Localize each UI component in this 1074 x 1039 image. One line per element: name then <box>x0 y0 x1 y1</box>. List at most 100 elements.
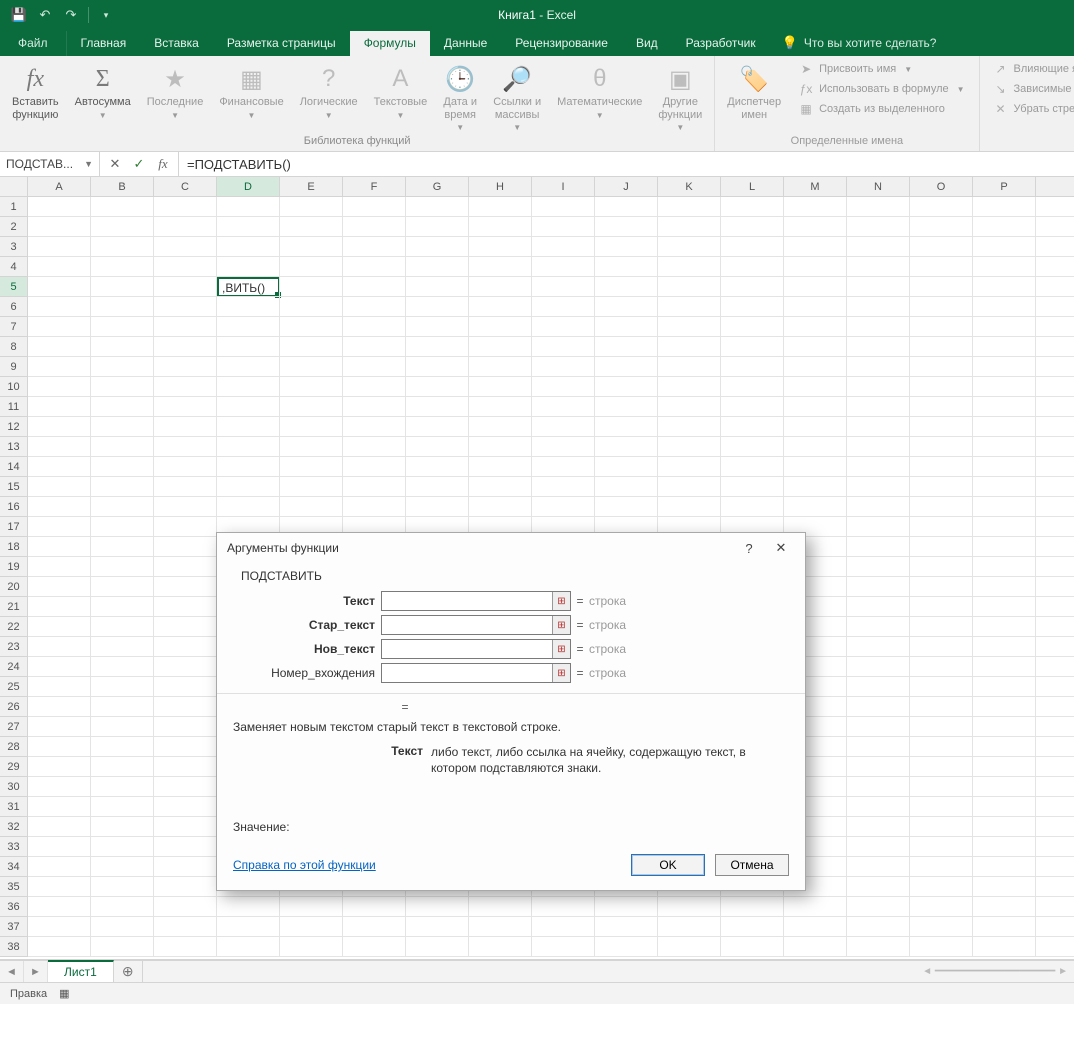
trace-dependents-button[interactable]: ↘Зависимые ячейки <box>990 80 1074 98</box>
row-header[interactable]: 22 <box>0 617 28 637</box>
row-header[interactable]: 25 <box>0 677 28 697</box>
row-header[interactable]: 20 <box>0 577 28 597</box>
save-icon[interactable]: 💾 <box>8 4 30 26</box>
macro-record-icon[interactable]: ▦ <box>59 987 69 1000</box>
define-name-button[interactable]: ➤Присвоить имя▼ <box>795 60 968 78</box>
row-header[interactable]: 18 <box>0 537 28 557</box>
row-header[interactable]: 34 <box>0 857 28 877</box>
tab-home[interactable]: Главная <box>67 31 141 56</box>
tab-file[interactable]: Файл <box>0 31 67 56</box>
autosum-button[interactable]: Σ Автосумма ▼ <box>69 58 137 133</box>
argument-input[interactable] <box>381 663 571 683</box>
column-header[interactable]: J <box>595 177 658 196</box>
row-header[interactable]: 35 <box>0 877 28 897</box>
sheet-tab-active[interactable]: Лист1 <box>48 960 114 982</box>
row-header[interactable]: 27 <box>0 717 28 737</box>
text-button[interactable]: A Текстовые ▼ <box>368 58 434 133</box>
sheet-nav-next[interactable]: ► <box>24 961 48 982</box>
row-header[interactable]: 17 <box>0 517 28 537</box>
row-header[interactable]: 30 <box>0 777 28 797</box>
tab-pagelayout[interactable]: Разметка страницы <box>213 31 350 56</box>
row-header[interactable]: 5 <box>0 277 28 297</box>
row-header[interactable]: 2 <box>0 217 28 237</box>
name-box[interactable]: ПОДСТАВ... ▼ <box>0 152 100 176</box>
row-header[interactable]: 36 <box>0 897 28 917</box>
fx-icon[interactable]: fx <box>152 153 174 175</box>
recent-functions-button[interactable]: ★ Последние ▼ <box>141 58 210 133</box>
more-functions-button[interactable]: ▣ Другиефункции ▼ <box>652 58 708 133</box>
column-header[interactable]: I <box>532 177 595 196</box>
row-header[interactable]: 24 <box>0 657 28 677</box>
row-header[interactable]: 4 <box>0 257 28 277</box>
argument-input[interactable] <box>381 639 571 659</box>
formula-input[interactable]: =ПОДСТАВИТЬ() <box>179 152 1074 176</box>
undo-icon[interactable]: ↶ <box>34 4 56 26</box>
lookup-button[interactable]: 🔎 Ссылки имассивы ▼ <box>487 58 547 133</box>
column-header[interactable]: G <box>406 177 469 196</box>
row-header[interactable]: 32 <box>0 817 28 837</box>
horizontal-scrollbar[interactable]: ◄ ━━━━━━━━━━━━━━━━━━━━ ► <box>142 961 1074 982</box>
tab-review[interactable]: Рецензирование <box>501 31 622 56</box>
tab-developer[interactable]: Разработчик <box>672 31 770 56</box>
argument-input[interactable] <box>381 615 571 635</box>
row-header[interactable]: 14 <box>0 457 28 477</box>
column-header[interactable]: M <box>784 177 847 196</box>
row-header[interactable]: 21 <box>0 597 28 617</box>
sheet-nav-prev[interactable]: ◄ <box>0 961 24 982</box>
tab-data[interactable]: Данные <box>430 31 501 56</box>
ok-button[interactable]: OK <box>631 854 705 876</box>
row-header[interactable]: 1 <box>0 197 28 217</box>
row-header[interactable]: 37 <box>0 917 28 937</box>
chevron-down-icon[interactable]: ▼ <box>84 159 93 169</box>
redo-icon[interactable]: ↷ <box>60 4 82 26</box>
column-header[interactable]: A <box>28 177 91 196</box>
tab-formulas[interactable]: Формулы <box>350 31 430 56</box>
row-header[interactable]: 29 <box>0 757 28 777</box>
row-header[interactable]: 6 <box>0 297 28 317</box>
range-picker-icon[interactable]: ⊞ <box>552 640 570 658</box>
column-header[interactable]: P <box>973 177 1036 196</box>
row-header[interactable]: 38 <box>0 937 28 957</box>
trace-precedents-button[interactable]: ↗Влияющие ячейки <box>990 60 1074 78</box>
tell-me-search[interactable]: 💡 Что вы хотите сделать? <box>782 35 937 56</box>
argument-input[interactable] <box>381 591 571 611</box>
spreadsheet-grid[interactable]: ABCDEFGHIJKLMNOP 12345678910111213141516… <box>0 177 1074 960</box>
enter-formula-icon[interactable]: ✓ <box>128 153 150 175</box>
row-header[interactable]: 28 <box>0 737 28 757</box>
financial-button[interactable]: ▦ Финансовые ▼ <box>213 58 289 133</box>
row-header[interactable]: 7 <box>0 317 28 337</box>
range-picker-icon[interactable]: ⊞ <box>552 592 570 610</box>
column-header[interactable]: D <box>217 177 280 196</box>
column-header[interactable]: L <box>721 177 784 196</box>
column-header[interactable]: N <box>847 177 910 196</box>
name-manager-button[interactable]: 🏷️ Диспетчеримен <box>721 58 787 133</box>
help-icon[interactable]: ? <box>735 537 763 559</box>
row-header[interactable]: 15 <box>0 477 28 497</box>
range-picker-icon[interactable]: ⊞ <box>552 616 570 634</box>
row-header[interactable]: 31 <box>0 797 28 817</box>
column-header[interactable]: B <box>91 177 154 196</box>
row-header[interactable]: 23 <box>0 637 28 657</box>
column-header[interactable]: E <box>280 177 343 196</box>
close-icon[interactable]: ✕ <box>767 537 795 559</box>
row-header[interactable]: 33 <box>0 837 28 857</box>
use-in-formula-button[interactable]: ƒxИспользовать в формуле▼ <box>795 80 968 98</box>
row-header[interactable]: 16 <box>0 497 28 517</box>
row-header[interactable]: 9 <box>0 357 28 377</box>
row-header[interactable]: 3 <box>0 237 28 257</box>
cancel-button[interactable]: Отмена <box>715 854 789 876</box>
column-header[interactable]: K <box>658 177 721 196</box>
new-sheet-button[interactable]: ⊕ <box>114 961 142 982</box>
column-header[interactable]: C <box>154 177 217 196</box>
tab-insert[interactable]: Вставка <box>140 31 213 56</box>
row-header[interactable]: 11 <box>0 397 28 417</box>
row-header[interactable]: 12 <box>0 417 28 437</box>
remove-arrows-button[interactable]: ✕Убрать стрелки▼ <box>990 100 1074 118</box>
column-header[interactable]: F <box>343 177 406 196</box>
row-header[interactable]: 8 <box>0 337 28 357</box>
insert-function-button[interactable]: fx Вставитьфункцию <box>6 58 65 133</box>
tab-view[interactable]: Вид <box>622 31 672 56</box>
logical-button[interactable]: ? Логические ▼ <box>294 58 364 133</box>
cancel-formula-icon[interactable]: ✕ <box>104 153 126 175</box>
function-help-link[interactable]: Справка по этой функции <box>233 858 376 872</box>
